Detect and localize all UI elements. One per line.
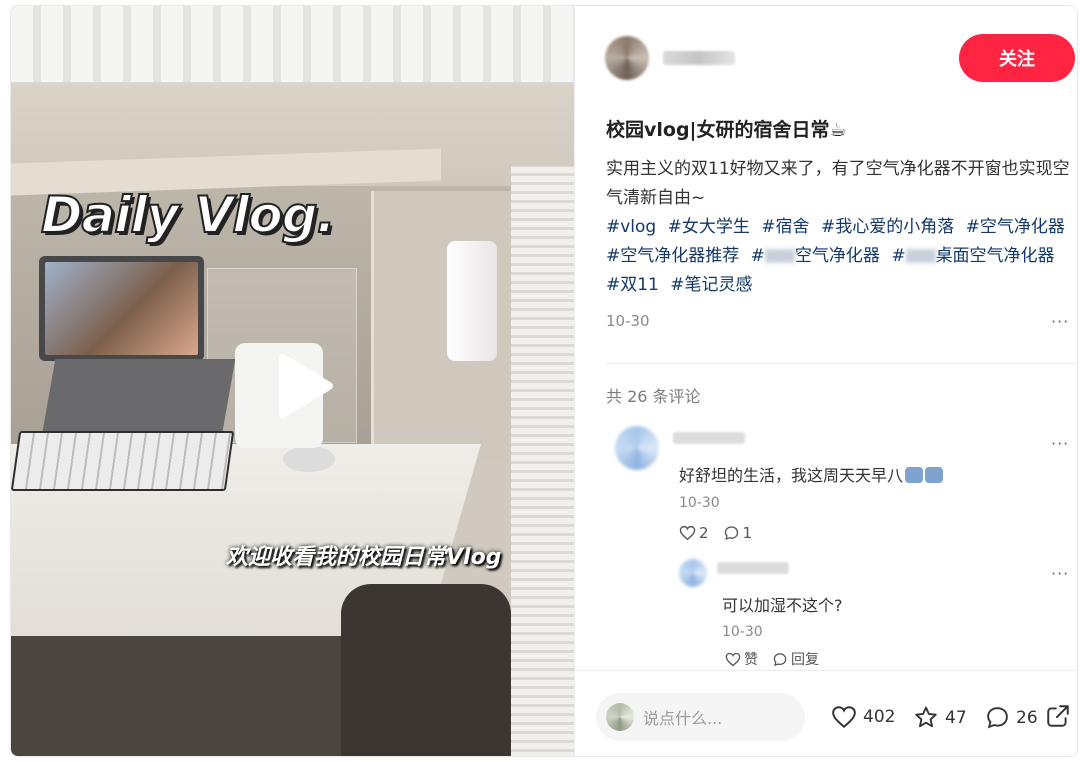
note-detail-window: Daily Vlog. 欢迎收看我的校园日常Vlog 关注 校园vlog|女研的… xyxy=(10,5,1078,757)
commenter-name-blurred[interactable] xyxy=(673,432,745,444)
tag-link[interactable]: #笔记灵感 xyxy=(670,275,752,295)
tag-link[interactable]: #宿舍 xyxy=(761,217,809,237)
collect-count: 47 xyxy=(945,707,967,728)
scene-chair xyxy=(341,584,511,756)
like-button[interactable]: 402 xyxy=(831,705,895,729)
reply-more-icon[interactable]: ··· xyxy=(1051,564,1069,583)
author-info[interactable] xyxy=(605,36,735,80)
comment-icon xyxy=(987,707,1008,729)
share-icon xyxy=(1047,705,1069,727)
video-overlay-title: Daily Vlog. xyxy=(40,185,336,245)
scene-laptop xyxy=(39,256,204,361)
video-caption: 欢迎收看我的校园日常Vlog xyxy=(226,545,502,570)
comment-input-placeholder: 说点什么... xyxy=(643,709,723,728)
author-name-blurred[interactable] xyxy=(663,51,735,65)
heart-icon xyxy=(832,706,856,729)
comment-input[interactable]: 说点什么... xyxy=(596,693,805,741)
collect-button[interactable]: 47 xyxy=(913,705,967,730)
comment-text: 好舒坦的生活，我这周天天早八 xyxy=(679,462,944,486)
post-title: 校园vlog|女研的宿舍日常☕ xyxy=(606,119,847,141)
comment-reply-button[interactable]: 1 xyxy=(723,524,752,542)
reply-reply-button[interactable]: 回复 xyxy=(772,649,819,669)
scene-curtain xyxy=(11,6,574,84)
comment-icon xyxy=(724,526,738,541)
comments-button[interactable]: 26 xyxy=(985,705,1038,730)
tag-link[interactable]: #vlog xyxy=(606,217,656,237)
comment-count: 共 26 条评论 xyxy=(606,387,701,406)
play-icon xyxy=(279,354,333,418)
comments-total: 26 xyxy=(1016,707,1038,728)
scene-lace-curtain xyxy=(511,166,574,756)
tag-link[interactable]: #空气净化器 xyxy=(751,246,880,266)
tag-link[interactable]: #女大学生 xyxy=(668,217,750,237)
comment-date: 10-30 xyxy=(679,495,720,511)
comment-actions: 2 1 xyxy=(679,524,766,542)
heart-icon xyxy=(679,525,696,541)
note-side-panel: 关注 校园vlog|女研的宿舍日常☕ 实用主义的双11好物又来了，有了空气净化器… xyxy=(574,6,1077,756)
post-more-icon[interactable]: ··· xyxy=(1051,312,1069,331)
scene-laptop-base xyxy=(42,359,236,431)
play-button[interactable] xyxy=(261,346,341,426)
scene-mouse xyxy=(283,446,335,472)
blurred-text xyxy=(764,249,795,263)
tag-link[interactable]: #我心爱的小角落 xyxy=(821,217,954,237)
comment-more-icon[interactable]: ··· xyxy=(1051,434,1069,453)
replier-avatar[interactable] xyxy=(679,559,707,587)
author-avatar[interactable] xyxy=(605,36,649,80)
heart-icon xyxy=(725,652,741,666)
commenter-avatar[interactable] xyxy=(615,426,659,470)
replier-name-blurred[interactable] xyxy=(717,562,789,574)
tag-link[interactable]: #双11 xyxy=(606,275,659,295)
reply-text: 可以加湿不这个? xyxy=(722,596,843,615)
post-date: 10-30 xyxy=(606,312,650,330)
emoji-icon xyxy=(925,467,944,483)
blurred-text xyxy=(905,249,936,263)
tag-link[interactable]: #空气净化器 xyxy=(966,217,1065,237)
scene-keyboard xyxy=(11,431,235,491)
reply-like-button[interactable]: 赞 xyxy=(725,649,758,669)
video-player[interactable]: Daily Vlog. 欢迎收看我的校园日常Vlog xyxy=(11,6,574,756)
comment-icon xyxy=(773,652,787,666)
share-button[interactable] xyxy=(1045,703,1071,733)
emoji-icon xyxy=(905,467,924,483)
post-description: 实用主义的双11好物又来了，有了空气净化器不开窗也实现空气清新自由~ xyxy=(606,159,1070,208)
comment-like-button[interactable]: 2 xyxy=(679,524,709,542)
like-count: 402 xyxy=(863,707,896,727)
post-tags: #vlog #女大学生 #宿舍 #我心爱的小角落 #空气净化器 #空气净化器推荐… xyxy=(606,213,1076,300)
tag-link[interactable]: # 桌面空气净化器 xyxy=(891,246,1054,266)
follow-button[interactable]: 关注 xyxy=(959,34,1075,82)
user-avatar xyxy=(606,703,634,731)
reply-actions: 赞 回复 xyxy=(725,649,833,669)
star-icon xyxy=(915,706,937,728)
reply-date: 10-30 xyxy=(722,624,763,640)
scene-bottle xyxy=(447,241,497,361)
engagement-bar: 说点什么... 402 47 26 xyxy=(575,670,1077,756)
tag-link[interactable]: #空气净化器推荐 xyxy=(606,246,739,266)
divider xyxy=(606,363,1076,364)
